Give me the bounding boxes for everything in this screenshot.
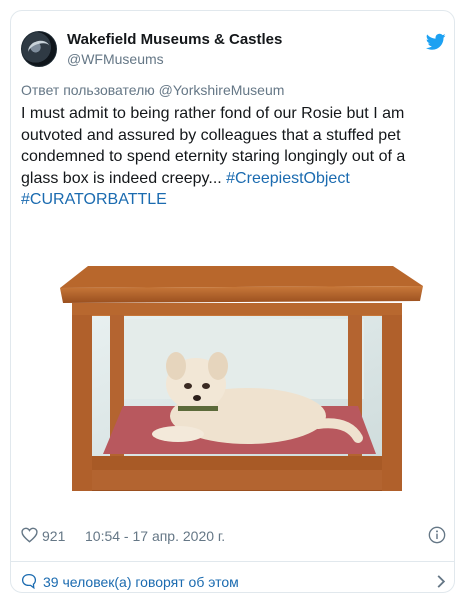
info-icon[interactable]	[428, 526, 446, 544]
discussion-link[interactable]: 39 человек(а) говорят об этом	[43, 574, 239, 590]
hashtag-creepiest-object[interactable]: #CreepiestObject	[226, 170, 350, 187]
avatar[interactable]	[21, 31, 57, 67]
author-handle[interactable]: @WFMuseums	[67, 51, 164, 67]
tweet-timestamp[interactable]: 10:54 - 17 апр. 2020 г.	[85, 528, 225, 544]
tweet-header: Wakefield Museums & Castles @WFMuseums	[21, 31, 446, 71]
reply-context[interactable]: Ответ пользователю @YorkshireMuseum	[21, 82, 284, 98]
divider	[11, 561, 454, 562]
twitter-bird-icon[interactable]	[426, 33, 446, 51]
tweet-meta: 921 10:54 - 17 апр. 2020 г.	[21, 526, 446, 546]
tweet-media-photo[interactable]	[48, 256, 423, 501]
hashtag-curator-battle[interactable]: #CURATORBATTLE	[21, 191, 167, 208]
tweet-card: Wakefield Museums & Castles @WFMuseums О…	[10, 10, 455, 593]
speech-bubble-icon	[21, 573, 37, 589]
discussion-footer[interactable]: 39 человек(а) говорят об этом	[21, 571, 446, 592]
author-display-name[interactable]: Wakefield Museums & Castles	[67, 31, 282, 48]
heart-icon[interactable]	[21, 527, 38, 543]
like-count[interactable]: 921	[42, 528, 65, 544]
tweet-text: I must admit to being rather fond of our…	[21, 103, 441, 211]
chevron-right-icon[interactable]	[436, 574, 446, 589]
